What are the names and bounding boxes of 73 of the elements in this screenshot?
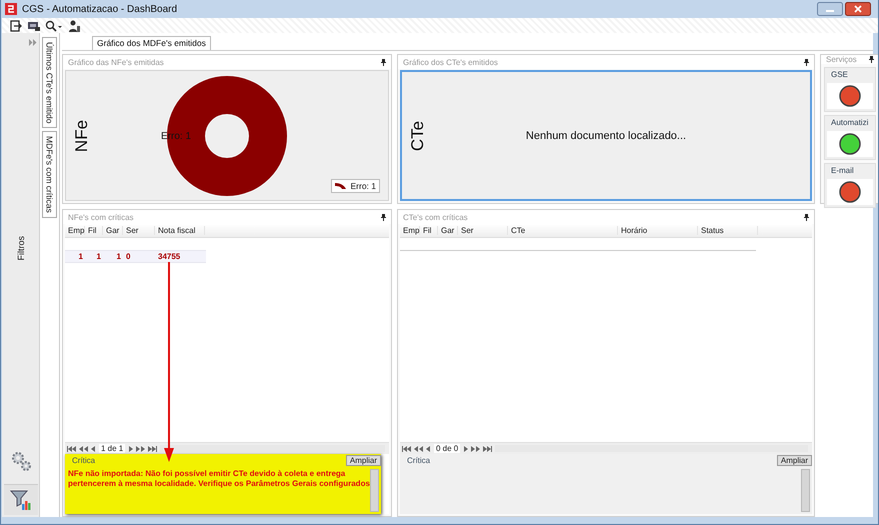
search-icon[interactable]	[45, 20, 63, 32]
panel-title: Serviços	[826, 55, 857, 64]
previous-icon[interactable]	[426, 446, 431, 452]
vertical-scrollbar[interactable]	[801, 469, 810, 512]
page-indicator: 0 de 0	[434, 444, 460, 453]
pin-icon[interactable]	[869, 56, 874, 63]
panel-title: Gráfico das NFe's emitidas	[68, 58, 164, 66]
column-header[interactable]: CTe	[508, 226, 618, 235]
horizontal-scrollbar[interactable]	[160, 445, 385, 452]
vertical-scrollbar[interactable]	[370, 469, 379, 512]
gears-icon[interactable]	[10, 450, 32, 472]
exit-icon[interactable]	[10, 20, 22, 32]
critique-label: Crítica	[72, 456, 96, 464]
minimize-button[interactable]	[817, 2, 843, 16]
side-tab[interactable]: MDFe's com críticas	[42, 131, 57, 218]
last-page-icon[interactable]	[483, 446, 492, 452]
expand-button[interactable]: Ampliar	[346, 454, 381, 466]
table-row[interactable]: 1 1 1 0 34755	[65, 250, 206, 263]
critique-label: Crítica	[407, 456, 430, 464]
previous-page-icon[interactable]	[79, 446, 88, 452]
pin-icon[interactable]	[381, 214, 386, 220]
filter-chart-button[interactable]	[4, 484, 38, 515]
panel-title: NFe's com críticas	[68, 212, 134, 222]
critique-text: NFe não importada: Não foi possível emitir CTe devido à coleta e entrega pertencerem à mesma localidade. Verifique os Parâmetros Gerais configurados	[68, 469, 370, 490]
first-page-icon[interactable]	[402, 446, 411, 452]
next-page-icon[interactable]	[471, 446, 480, 452]
table-cell-text: 0	[125, 252, 132, 261]
column-header[interactable]: Fil	[420, 226, 438, 235]
column-header[interactable]: Fil	[85, 226, 103, 235]
last-page-icon[interactable]	[148, 446, 158, 452]
legend-label: Erro: 1	[350, 181, 376, 191]
previous-icon[interactable]	[91, 446, 96, 452]
monitor-icon[interactable]	[27, 20, 40, 32]
axis-label: CTe	[408, 120, 428, 151]
table-cell-text: 1	[96, 252, 102, 261]
column-header[interactable]: Gar	[438, 226, 458, 235]
side-tab[interactable]: Últimos CTe's emitido	[42, 37, 57, 128]
column-header[interactable]: Status	[698, 226, 758, 235]
next-page-icon[interactable]	[136, 446, 146, 452]
column-header[interactable]: Nota fiscal	[155, 226, 205, 235]
table-cell-text: 1	[78, 252, 84, 261]
next-icon[interactable]	[463, 446, 468, 452]
app-logo-icon	[5, 3, 17, 15]
pin-icon[interactable]	[804, 58, 809, 66]
service-name: Automatizi	[830, 117, 870, 129]
column-header[interactable]: Emp	[65, 226, 85, 235]
column-header[interactable]: Horário	[618, 226, 698, 235]
window-title: CGS - Automatizacao - DashBoard	[22, 4, 178, 14]
filters-label[interactable]: Filtros	[16, 236, 26, 260]
next-icon[interactable]	[128, 446, 134, 452]
pin-icon[interactable]	[381, 58, 386, 66]
expand-button[interactable]: Ampliar	[776, 454, 812, 466]
column-header[interactable]: Gar	[103, 226, 123, 235]
column-header[interactable]: Ser	[123, 226, 155, 235]
column-header[interactable]: Emp	[400, 226, 420, 235]
table-cell-text: 1	[116, 252, 122, 261]
first-page-icon[interactable]	[67, 446, 76, 452]
page-indicator: 1 de 1	[99, 444, 126, 453]
filter-chart-icon	[10, 489, 32, 511]
column-header[interactable]: Ser	[458, 226, 508, 235]
close-button[interactable]	[845, 2, 871, 16]
axis-label: NFe	[72, 119, 92, 152]
user-icon[interactable]	[68, 20, 81, 32]
panel-title: CTe's com críticas	[403, 212, 468, 222]
pin-icon[interactable]	[804, 214, 809, 220]
legend-swatch-icon	[335, 182, 348, 190]
table-cell-text: 34755	[157, 252, 182, 261]
service-name: GSE	[830, 69, 849, 81]
previous-page-icon[interactable]	[414, 446, 423, 452]
chart-tab[interactable]: Gráfico dos MDFe's emitidos	[92, 36, 211, 50]
service-name: E-mail	[830, 165, 855, 177]
panel-title: Gráfico dos CTe's emitidos	[403, 58, 498, 66]
empty-message: Nenhum documento localizado...	[526, 130, 686, 142]
